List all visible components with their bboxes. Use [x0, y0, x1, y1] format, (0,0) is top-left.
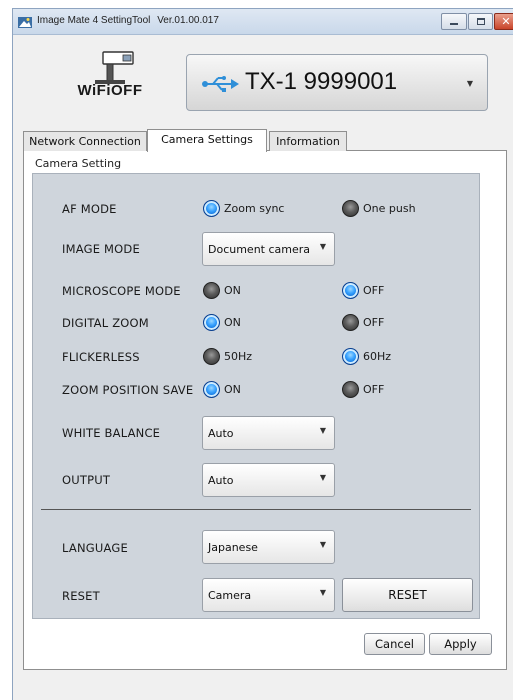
- window-title: Image Mate 4 SettingTool Ver.01.00.017: [37, 15, 219, 26]
- radio-selected-icon: [342, 348, 359, 365]
- chevron-down-icon: ▼: [319, 540, 326, 549]
- af-mode-zoom-sync-radio[interactable]: Zoom sync: [203, 200, 284, 217]
- radio-label: ON: [224, 383, 241, 396]
- radio-label: One push: [363, 202, 416, 215]
- logo-text: WiFiOFF: [77, 82, 143, 99]
- radio-unselected-icon: [203, 282, 220, 299]
- usb-icon: [202, 76, 239, 92]
- radio-label: OFF: [363, 383, 385, 396]
- tab-camera-settings[interactable]: Camera Settings: [147, 129, 267, 152]
- language-label: LANGUAGE: [62, 541, 128, 555]
- zoom-position-save-on-radio[interactable]: ON: [203, 381, 241, 398]
- section-divider: [41, 509, 471, 510]
- reset-button[interactable]: RESET: [342, 578, 473, 612]
- chevron-down-icon: ▼: [466, 79, 473, 88]
- window-title-text: Image Mate 4 SettingTool: [37, 15, 151, 26]
- digital-zoom-off-radio[interactable]: OFF: [342, 314, 384, 331]
- radio-label: Zoom sync: [224, 202, 285, 215]
- radio-label: 60Hz: [363, 350, 392, 363]
- maximize-icon: [476, 18, 485, 25]
- apply-button[interactable]: Apply: [429, 633, 492, 655]
- radio-label: ON: [224, 316, 241, 329]
- device-selector[interactable]: TX-1 9999001 ▼: [186, 54, 488, 111]
- group-label: Camera Setting: [35, 157, 122, 170]
- radio-unselected-icon: [342, 200, 359, 217]
- af-mode-one-push-radio[interactable]: One push: [342, 200, 416, 217]
- chevron-down-icon: ▼: [319, 426, 326, 435]
- window-version: Ver.01.00.017: [157, 15, 219, 26]
- digital-zoom-label: DIGITAL ZOOM: [62, 316, 149, 330]
- radio-label: OFF: [363, 316, 385, 329]
- language-select[interactable]: Japanese ▼: [202, 530, 335, 564]
- flickerless-50hz-radio[interactable]: 50Hz: [203, 348, 252, 365]
- chevron-down-icon: ▼: [319, 242, 326, 251]
- wifi-off-logo: WiFiOFF: [65, 50, 155, 110]
- output-select[interactable]: Auto ▼: [202, 463, 335, 497]
- maximize-button[interactable]: [468, 13, 493, 30]
- radio-unselected-icon: [342, 314, 359, 331]
- device-header: WiFiOFF TX-1 9999001 ▼: [13, 36, 513, 128]
- af-mode-label: AF MODE: [62, 202, 117, 216]
- radio-selected-icon: [342, 282, 359, 299]
- cancel-button[interactable]: Cancel: [364, 633, 425, 655]
- radio-label: OFF: [363, 284, 385, 297]
- tab-label: Network Connection: [29, 135, 141, 148]
- title-bar[interactable]: Image Mate 4 SettingTool Ver.01.00.017 ✕: [13, 9, 513, 35]
- reset-target-select[interactable]: Camera ▼: [202, 578, 335, 612]
- language-value: Japanese: [208, 541, 258, 554]
- wifi-off-icon: [95, 51, 134, 84]
- white-balance-label: WHITE BALANCE: [62, 426, 161, 440]
- output-value: Auto: [208, 474, 234, 487]
- microscope-mode-label: MICROSCOPE MODE: [62, 284, 181, 298]
- radio-selected-icon: [203, 381, 220, 398]
- chevron-down-icon: ▼: [319, 473, 326, 482]
- radio-selected-icon: [203, 200, 220, 217]
- radio-unselected-icon: [203, 348, 220, 365]
- zoom-position-save-label: ZOOM POSITION SAVE: [62, 383, 194, 397]
- app-icon: [18, 17, 32, 28]
- image-mode-select[interactable]: Document camera ▼: [202, 232, 335, 266]
- white-balance-value: Auto: [208, 427, 234, 440]
- device-name: TX-1 9999001: [245, 68, 398, 95]
- tab-label: Information: [276, 135, 340, 148]
- tab-label: Camera Settings: [161, 133, 253, 146]
- chevron-down-icon: ▼: [319, 588, 326, 597]
- close-icon: ✕: [501, 15, 511, 28]
- radio-selected-icon: [203, 314, 220, 331]
- output-label: OUTPUT: [62, 473, 111, 487]
- reset-target-value: Camera: [208, 589, 252, 602]
- radio-unselected-icon: [342, 381, 359, 398]
- close-button[interactable]: ✕: [494, 13, 513, 30]
- flickerless-60hz-radio[interactable]: 60Hz: [342, 348, 391, 365]
- zoom-position-save-off-radio[interactable]: OFF: [342, 381, 384, 398]
- minimize-icon: [450, 23, 458, 25]
- image-mode-label: IMAGE MODE: [62, 242, 140, 256]
- tab-network-connection[interactable]: Network Connection: [23, 131, 147, 151]
- white-balance-select[interactable]: Auto ▼: [202, 416, 335, 450]
- radio-label: ON: [224, 284, 241, 297]
- flickerless-label: FLICKERLESS: [62, 350, 140, 364]
- tab-information[interactable]: Information: [269, 131, 347, 151]
- microscope-mode-on-radio[interactable]: ON: [203, 282, 241, 299]
- radio-label: 50Hz: [224, 350, 253, 363]
- microscope-mode-off-radio[interactable]: OFF: [342, 282, 384, 299]
- minimize-button[interactable]: [441, 13, 467, 30]
- image-mode-value: Document camera: [208, 243, 311, 256]
- digital-zoom-on-radio[interactable]: ON: [203, 314, 241, 331]
- reset-label: RESET: [62, 589, 100, 603]
